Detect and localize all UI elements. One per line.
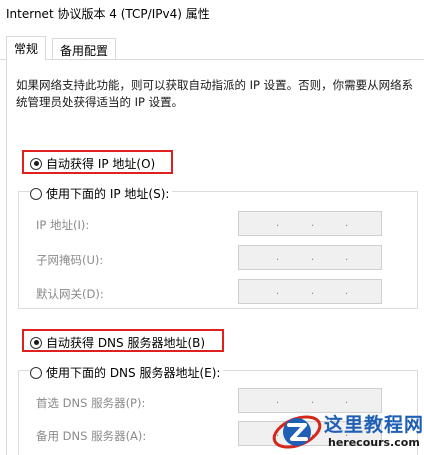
- radio-button-auto-dns[interactable]: [30, 336, 42, 349]
- watermark-site-name: 这里教程网: [324, 414, 424, 436]
- tab-strip: 常规 备用配置: [0, 36, 424, 61]
- subnet-mask-label: 子网掩码(U):: [36, 253, 104, 267]
- description-text: 如果网络支持此功能，则可以获取自动指派的 IP 设置。否则，你需要从网络系统管理…: [16, 78, 414, 109]
- preferred-dns-label: 首选 DNS 服务器(P):: [36, 396, 146, 410]
- tab-alternate-configuration[interactable]: 备用配置: [52, 38, 117, 60]
- watermark-logo-icon: [272, 415, 322, 449]
- window-title: Internet 协议版本 4 (TCP/IPv4) 属性: [6, 7, 210, 21]
- title-bar: Internet 协议版本 4 (TCP/IPv4) 属性: [0, 0, 424, 28]
- tab-general[interactable]: 常规: [6, 36, 47, 61]
- radio-manual-dns-label: 使用下面的 DNS 服务器地址(E):: [46, 366, 221, 380]
- radio-button-manual-ip[interactable]: [30, 187, 42, 200]
- radio-manual-ip[interactable]: 使用下面的 IP 地址(S):: [30, 185, 173, 202]
- site-watermark: 这里教程网 herecours.com: [270, 408, 424, 455]
- watermark-url: herecours.com: [328, 436, 420, 449]
- radio-auto-ip-label: 自动获得 IP 地址(O): [46, 157, 156, 171]
- radio-auto-dns[interactable]: 自动获得 DNS 服务器地址(B): [30, 334, 205, 351]
- radio-button-auto-ip[interactable]: [30, 157, 42, 170]
- radio-manual-dns[interactable]: 使用下面的 DNS 服务器地址(E):: [30, 364, 224, 381]
- radio-auto-dns-label: 自动获得 DNS 服务器地址(B): [46, 336, 206, 350]
- ip-address-label: IP 地址(I):: [36, 218, 90, 232]
- radio-auto-ip[interactable]: 自动获得 IP 地址(O): [30, 155, 155, 172]
- default-gateway-field[interactable]: . . .: [238, 279, 382, 304]
- radio-manual-ip-label: 使用下面的 IP 地址(S):: [46, 187, 170, 201]
- alternate-dns-label: 备用 DNS 服务器(A):: [36, 429, 147, 443]
- radio-button-manual-dns[interactable]: [30, 366, 42, 379]
- default-gateway-label: 默认网关(D):: [36, 287, 104, 301]
- subnet-mask-field[interactable]: . . .: [238, 245, 382, 270]
- ip-address-field[interactable]: . . .: [238, 211, 382, 236]
